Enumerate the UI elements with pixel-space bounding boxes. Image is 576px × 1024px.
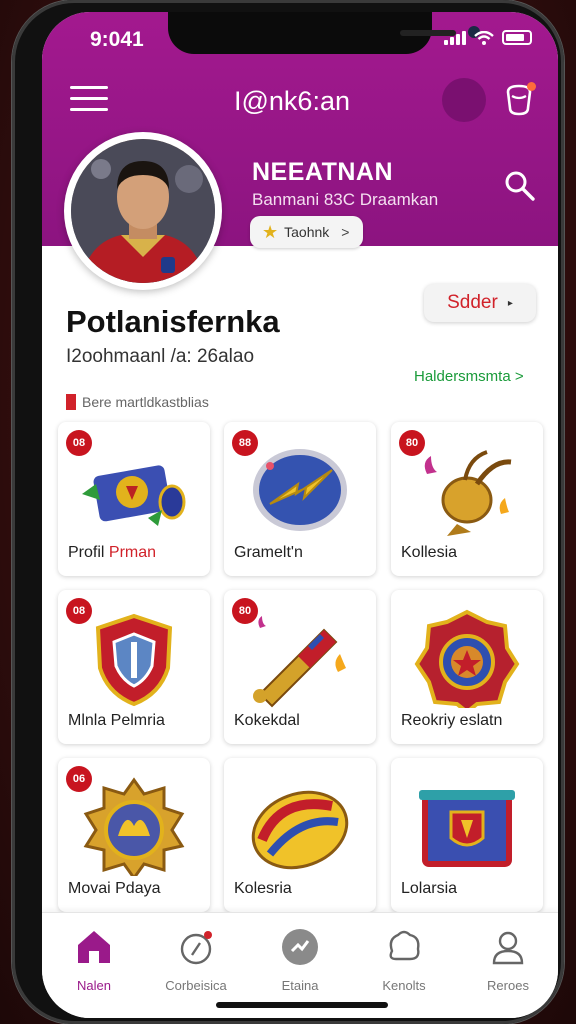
nav-label: Etaina — [281, 978, 319, 993]
rank-pill[interactable]: ★ Taohnk > — [250, 216, 364, 248]
section-subtitle: I2oohmaanl /a: 26alao — [66, 346, 255, 367]
item-card[interactable]: 88 Gramelt'n — [224, 422, 376, 576]
signal-icon — [444, 30, 466, 45]
menu-icon[interactable] — [70, 86, 108, 114]
star-icon: ★ — [262, 221, 279, 242]
horn-icon — [424, 450, 512, 536]
status-time: 9:041 — [90, 28, 144, 51]
scroll-icon — [82, 465, 186, 526]
lightning-shield-icon — [253, 449, 347, 531]
home-indicator — [216, 1002, 388, 1008]
wheel-emblem-icon — [83, 777, 185, 876]
compass-icon — [180, 931, 212, 965]
sort-select-label: Sdder — [447, 292, 498, 313]
torch-icon — [253, 616, 346, 708]
item-label: Kokekdal — [234, 712, 300, 729]
sort-select-button[interactable]: Sdder ▸ — [424, 284, 536, 322]
emblem-icon — [414, 609, 520, 708]
profile-photo — [71, 139, 215, 283]
chat-icon — [389, 930, 420, 961]
profile-avatar[interactable] — [64, 132, 222, 290]
nav-label: Corbeisica — [165, 978, 227, 993]
nav-item-home[interactable]: Nalen — [54, 927, 134, 993]
profile-name: NEEATNAN — [252, 158, 394, 186]
profile-subtitle: Banmani 83C Draamkan — [252, 190, 439, 209]
item-label: Mlnla Pelmria — [68, 712, 165, 729]
chevron-right-icon: > — [341, 224, 350, 240]
search-icon[interactable] — [502, 168, 536, 202]
player-portrait — [71, 139, 215, 283]
nav-label: Kenolts — [382, 978, 426, 993]
item-card[interactable]: Lolarsia — [391, 758, 543, 912]
home-icon — [78, 931, 110, 963]
shield-icon — [95, 613, 173, 707]
nav-label: Reroes — [487, 978, 529, 993]
flag-icon — [66, 394, 76, 410]
nav-item-chat[interactable]: Kenolts — [364, 927, 444, 993]
item-card[interactable]: 80 Kollesia — [391, 422, 543, 576]
notification-button[interactable] — [502, 82, 536, 118]
status-icons — [444, 30, 532, 45]
rank-label: Taohnk — [284, 224, 330, 240]
wifi-icon — [474, 30, 494, 45]
nav-item-profile[interactable]: Reroes — [468, 927, 548, 993]
item-card[interactable]: 80 Kokekdal — [224, 590, 376, 744]
activity-icon — [282, 929, 318, 965]
banner-icon — [419, 790, 515, 867]
nav-label: Nalen — [77, 978, 111, 993]
section-title: Potlanisfernka — [66, 304, 280, 339]
nav-item-activity[interactable]: Etaina — [260, 927, 340, 993]
item-label: Kollesia — [401, 544, 458, 561]
avatar[interactable] — [442, 78, 486, 122]
item-label: Reokriy eslatn — [401, 712, 503, 729]
ball-icon — [251, 790, 349, 870]
filter-label: Bere martldkastblias — [82, 394, 209, 410]
app-title: I@nk6:an — [234, 86, 350, 116]
app-screen: 9:041 I@nk6:an NEEATNAN Banmani 83C Draa… — [42, 12, 558, 1018]
item-label: Lolarsia — [401, 880, 458, 897]
battery-icon — [502, 30, 532, 45]
item-label: Profil Prman — [68, 544, 157, 561]
item-label: Kolesria — [234, 880, 292, 897]
notch — [168, 12, 480, 54]
item-card[interactable]: 08 Mlnla Pelmria — [58, 590, 210, 744]
nav-item-compass[interactable]: Corbeisica — [156, 927, 236, 993]
notification-dot — [527, 82, 536, 91]
chevron-right-icon: ▸ — [507, 297, 513, 309]
item-card[interactable]: Reokriy eslatn — [391, 590, 543, 744]
phone-frame: 9:041 I@nk6:an NEEATNAN Banmani 83C Draa… — [12, 0, 564, 1024]
see-all-link[interactable]: Haldersmsmta > — [414, 368, 524, 385]
item-card[interactable]: 08 Profil Prman — [58, 422, 210, 576]
item-label: Movai Pdaya — [68, 880, 161, 897]
filter-row[interactable]: Bere martldkastblias — [66, 394, 209, 410]
profile-icon — [492, 931, 524, 965]
item-card[interactable]: 06 Movai Pdaya — [58, 758, 210, 912]
item-card[interactable]: Kolesria — [224, 758, 376, 912]
item-label: Gramelt'n — [234, 544, 303, 561]
